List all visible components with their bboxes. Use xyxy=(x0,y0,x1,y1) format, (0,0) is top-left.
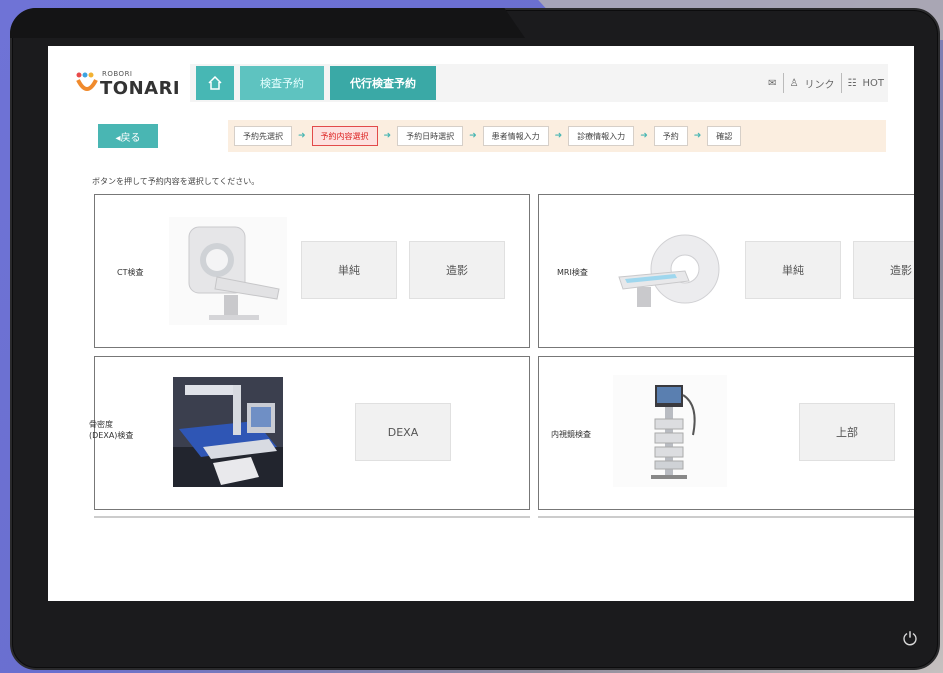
app-screen: ROBORI TONARI 検査予約 代行検査予約 ✉ ♙ リンク ☷ HOT … xyxy=(48,46,914,601)
user-icon[interactable]: ♙ xyxy=(790,78,799,89)
step-confirm: 確認 xyxy=(707,126,742,146)
divider xyxy=(782,73,784,93)
exam-card-ct: CT検査 単純 造影 xyxy=(94,194,530,348)
home-button[interactable] xyxy=(196,66,234,100)
endoscopy-cart-image xyxy=(613,375,727,487)
divider xyxy=(840,73,842,93)
step-booking: 予約 xyxy=(653,126,688,146)
power-icon[interactable]: ⏻ xyxy=(899,629,921,651)
logo-mark-icon xyxy=(76,72,98,91)
endoscopy-upper-button[interactable]: 上部 xyxy=(799,403,895,461)
step-patient-info: 患者情報入力 xyxy=(482,126,549,146)
next-row-divider xyxy=(94,516,530,518)
home-icon xyxy=(208,76,222,90)
exam-card-endoscopy: 内視鏡検査 上部 xyxy=(538,356,914,510)
menu-label[interactable]: HOT xyxy=(863,78,885,89)
exam-card-mri: MRI検査 単純 造影 xyxy=(538,194,914,348)
step-arrow-icon: ➜ xyxy=(554,131,563,141)
mri-plain-button[interactable]: 単純 xyxy=(745,241,841,299)
step-medical-info: 診療情報入力 xyxy=(568,126,635,146)
exam-name: 内視鏡検査 xyxy=(551,430,591,439)
back-button[interactable]: ◂戻る xyxy=(98,124,158,148)
exam-name: MRI検査 xyxy=(557,268,588,277)
mail-icon[interactable]: ✉ xyxy=(768,78,776,89)
tablet-bezel-shade xyxy=(10,8,525,38)
mri-contrast-button[interactable]: 造影 xyxy=(853,241,914,299)
tab-exam-booking[interactable]: 検査予約 xyxy=(240,66,324,100)
ct-contrast-button[interactable]: 造影 xyxy=(409,241,505,299)
app-header: ROBORI TONARI 検査予約 代行検査予約 ✉ ♙ リンク ☷ HOT xyxy=(70,64,888,102)
step-content-current: 予約内容選択 xyxy=(311,126,378,146)
step-arrow-icon: ➜ xyxy=(693,131,702,141)
exam-name: CT検査 xyxy=(117,268,144,277)
user-link[interactable]: リンク xyxy=(805,76,835,91)
progress-stepper: 予約先選択 ➜ 予約内容選択 ➜ 予約日時選択 ➜ 患者情報入力 ➜ 診療情報入… xyxy=(228,120,886,152)
step-arrow-icon: ➜ xyxy=(469,131,477,141)
next-row-divider xyxy=(538,516,914,518)
ct-plain-button[interactable]: 単純 xyxy=(301,241,397,299)
header-right: ✉ ♙ リンク ☷ HOT xyxy=(768,73,888,93)
step-datetime: 予約日時選択 xyxy=(397,126,464,146)
tab-proxy-exam-booking[interactable]: 代行検査予約 xyxy=(330,66,436,100)
exam-name: 骨密度(DEXA)検査 xyxy=(89,420,134,440)
logo-subtext: ROBORI xyxy=(102,70,133,78)
step-destination: 予約先選択 xyxy=(234,126,292,146)
menu-icon[interactable]: ☷ xyxy=(848,78,857,89)
dexa-button[interactable]: DEXA xyxy=(355,403,451,461)
ct-scanner-image xyxy=(169,217,287,325)
exam-card-dexa: 骨密度(DEXA)検査 DEXA xyxy=(89,356,530,510)
step-arrow-icon: ➜ xyxy=(383,131,392,141)
mri-scanner-image xyxy=(618,234,720,307)
logo-text: TONARI xyxy=(100,78,181,99)
instruction-text: ボタンを押して予約内容を選択してください。 xyxy=(92,177,260,186)
dexa-scanner-image xyxy=(173,377,283,487)
step-arrow-icon: ➜ xyxy=(640,131,648,141)
logo: ROBORI TONARI xyxy=(70,64,190,102)
step-arrow-icon: ➜ xyxy=(298,131,306,141)
